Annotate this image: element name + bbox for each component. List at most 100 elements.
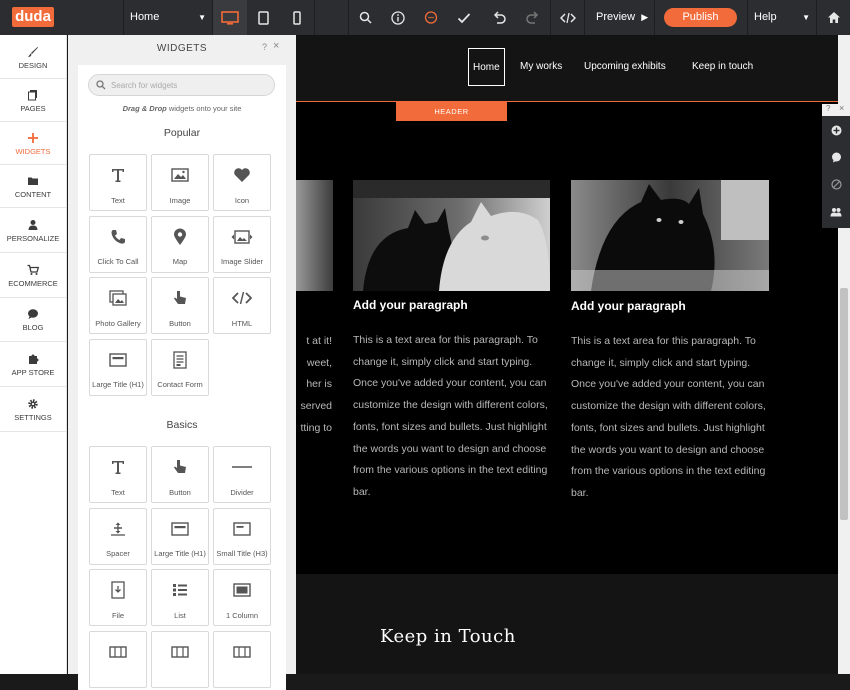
widget-tile-html[interactable]: HTML <box>213 277 271 334</box>
widget-tile-divider[interactable]: Divider <box>213 446 271 503</box>
nav-item-settings[interactable]: SETTINGS <box>0 390 66 434</box>
nav-label: BLOG <box>22 323 44 332</box>
widget-label: HTML <box>231 318 253 328</box>
nav-item-blog[interactable]: BLOG <box>0 300 66 344</box>
drag-drop-hint: Drag & Drop widgets onto your site <box>78 104 286 113</box>
nav-item-pages[interactable]: PAGES <box>0 81 66 125</box>
hide-section-button[interactable] <box>822 171 850 198</box>
chevron-down-icon: ▼ <box>802 13 810 22</box>
paragraph-text[interactable]: This is a text area for this paragraph. … <box>353 330 558 504</box>
widget-tile-column[interactable] <box>213 630 271 688</box>
nav-divider <box>0 121 66 122</box>
widget-tile-image-slider[interactable]: Image Slider <box>213 215 271 273</box>
checklist-button[interactable] <box>447 0 481 35</box>
spacer-icon <box>90 519 146 539</box>
nav-divider <box>0 386 66 387</box>
nav-item-widgets[interactable]: WIDGETS <box>0 124 66 168</box>
widget-tile-large-title-h1[interactable]: Large Title (H1) <box>151 507 209 565</box>
comments-button[interactable] <box>414 0 447 35</box>
help-label: Help <box>754 11 777 23</box>
publish-button[interactable]: Publish <box>664 8 737 27</box>
help-icon[interactable]: ? <box>262 42 267 52</box>
mobile-view-button[interactable] <box>280 0 314 35</box>
widget-tile-1-column[interactable]: 1 Column <box>213 569 271 626</box>
search-button[interactable] <box>349 0 381 35</box>
widget-tile-list[interactable]: List <box>151 569 209 626</box>
widget-tile-contact-form[interactable]: Contact Form <box>151 338 209 396</box>
comment-icon <box>424 10 437 24</box>
preview-button[interactable]: Preview ▶ <box>585 0 655 35</box>
list-icon <box>152 580 208 600</box>
search-input[interactable] <box>111 78 261 92</box>
widget-tile-text[interactable]: Text <box>89 154 147 211</box>
widget-tile-button[interactable]: Button <box>151 446 209 503</box>
widget-tile-button[interactable]: Button <box>151 277 209 334</box>
site-nav-my-works[interactable]: My works <box>520 48 562 86</box>
add-section-button[interactable] <box>822 117 850 144</box>
widget-tile-photo-gallery[interactable]: Photo Gallery <box>89 277 147 334</box>
close-icon[interactable]: × <box>273 40 279 52</box>
nav-item-design[interactable]: DESIGN <box>0 38 66 82</box>
undo-button[interactable] <box>481 0 516 35</box>
widget-tile-text[interactable]: Text <box>89 446 147 503</box>
widget-tile-map[interactable]: Map <box>151 215 209 273</box>
widget-tile-spacer[interactable]: Spacer <box>89 507 147 565</box>
duda-logo[interactable]: duda <box>12 7 54 27</box>
close-icon[interactable]: × <box>839 103 844 113</box>
site-nav-home[interactable]: Home <box>468 48 505 86</box>
cat-photo-middle[interactable] <box>353 180 550 291</box>
site-nav-upcoming-exhibits[interactable]: Upcoming exhibits <box>584 48 666 86</box>
help-icon[interactable]: ? <box>826 104 830 113</box>
widget-label: List <box>174 610 186 620</box>
scroll-thumb[interactable] <box>840 288 848 520</box>
help-menu[interactable]: Help ▼ <box>748 0 816 35</box>
contact-title[interactable]: Keep in Touch <box>380 626 516 647</box>
partial-line: weet, <box>306 356 332 369</box>
widget-tile-image[interactable]: Image <box>151 154 209 211</box>
contact-section <box>296 574 838 674</box>
brush-icon <box>28 47 38 57</box>
nav-item-content[interactable]: CONTENT <box>0 167 66 211</box>
desktop-view-button[interactable] <box>213 0 247 35</box>
chat-icon <box>28 309 38 319</box>
widget-tile-file[interactable]: File <box>89 569 147 626</box>
widget-tile-column[interactable] <box>151 630 209 688</box>
partial-text-column[interactable]: t at it! weet, her is served tting to <box>296 331 332 440</box>
widget-label: Text <box>111 195 125 205</box>
paragraph-title[interactable]: Add your paragraph <box>571 299 686 313</box>
redo-button[interactable] <box>516 0 550 35</box>
widget-label: Image Slider <box>220 257 264 266</box>
paragraph-title[interactable]: Add your paragraph <box>353 298 468 312</box>
tablet-view-button[interactable] <box>247 0 280 35</box>
section-people-button[interactable] <box>822 198 850 225</box>
text-icon <box>90 165 146 185</box>
info-button[interactable] <box>381 0 414 35</box>
nav-item-personalize[interactable]: PERSONALIZE <box>0 211 66 255</box>
widget-tile-small-title-h3[interactable]: Small Title (H3) <box>213 507 271 565</box>
cat-photo-right[interactable] <box>571 180 769 291</box>
play-icon: ▶ <box>641 12 649 22</box>
site-nav-keep-in-touch[interactable]: Keep in touch <box>692 48 753 86</box>
popular-section-title: Popular <box>163 127 201 139</box>
header-boundary <box>296 101 838 102</box>
desktop-icon <box>221 10 239 25</box>
widget-search[interactable] <box>88 74 275 96</box>
paragraph-text[interactable]: This is a text area for this paragraph. … <box>571 331 776 505</box>
nav-item-app-store[interactable]: APP STORE <box>0 345 66 389</box>
widget-tile-column[interactable] <box>89 630 147 688</box>
widget-tile-icon[interactable]: Icon <box>213 154 271 211</box>
pointer-hand-icon <box>152 457 208 477</box>
widget-tile-large-title-h1[interactable]: Large Title (H1) <box>89 338 147 396</box>
nav-item-ecommerce[interactable]: ECOMMERCE <box>0 256 66 300</box>
home-button[interactable] <box>817 0 850 35</box>
code-button[interactable] <box>551 0 584 35</box>
page-selector[interactable]: Home ▼ <box>124 0 212 35</box>
widget-tile-click-to-call[interactable]: Click To Call <box>89 215 147 273</box>
checkmark-icon <box>457 12 471 23</box>
divider-icon <box>214 457 270 477</box>
cat-photo-left[interactable] <box>296 180 333 291</box>
header-badge[interactable]: HEADER <box>396 102 507 121</box>
section-comment-button[interactable] <box>822 144 850 171</box>
comment-icon <box>831 152 841 163</box>
site-header[interactable] <box>296 35 838 101</box>
